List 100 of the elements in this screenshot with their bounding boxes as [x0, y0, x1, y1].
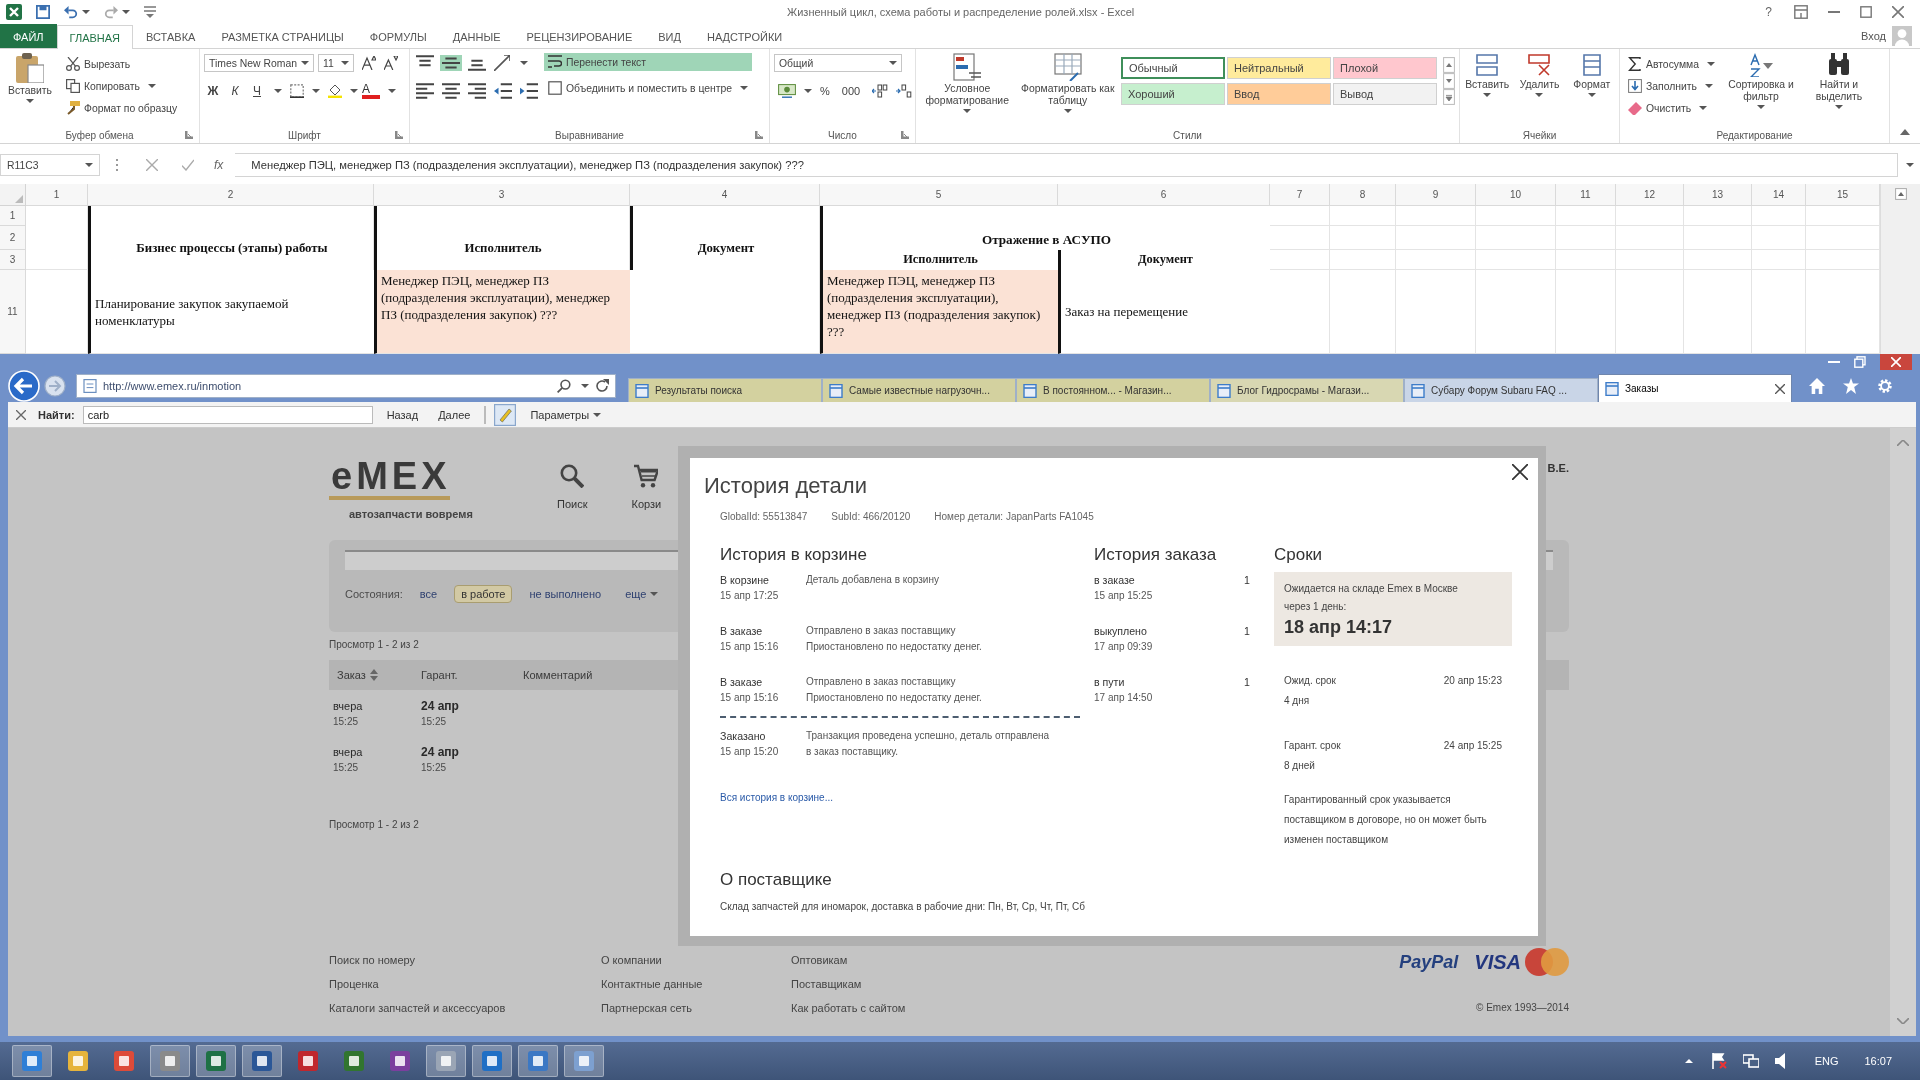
decrease-indent-icon[interactable]	[492, 83, 514, 99]
formula-field[interactable]: Менеджер ПЭЦ, менеджер ПЗ (подразделения эксплуатации), менеджер ПЗ (подразделения закупок) ???	[235, 153, 1898, 177]
ribbon-tab[interactable]: ГЛАВНАЯ	[56, 25, 134, 49]
back-button[interactable]	[8, 370, 40, 402]
sort-filter-button[interactable]: Сортировка и фильтр	[1725, 53, 1797, 127]
drag-handle-icon[interactable]	[116, 159, 118, 171]
banknote-icon[interactable]	[778, 83, 796, 99]
cell-style-option[interactable]: Обычный	[1121, 57, 1225, 79]
column-header[interactable]: 14	[1752, 184, 1806, 206]
font-family-select[interactable]: Times New Roman	[204, 54, 314, 72]
caret-icon[interactable]	[122, 10, 130, 14]
footer-link[interactable]: Каталоги запчастей и аксессуаров	[329, 996, 506, 1020]
search-icon[interactable]	[557, 379, 571, 393]
caret-icon[interactable]	[804, 89, 812, 93]
column-header[interactable]: 11	[1556, 184, 1616, 206]
taskbar-button[interactable]	[12, 1045, 52, 1077]
flag-icon[interactable]	[1710, 1053, 1727, 1069]
caret-icon[interactable]	[593, 412, 602, 417]
ribbon-tab[interactable]: ВИД	[645, 24, 694, 48]
caret-icon[interactable]	[341, 61, 349, 65]
row-header[interactable]: 2	[0, 226, 26, 250]
ribbon-tab[interactable]: ФОРМУЛЫ	[356, 24, 440, 48]
file-tab[interactable]: ФАЙЛ	[0, 24, 57, 48]
cell-style-option[interactable]: Плохой	[1333, 57, 1437, 79]
name-box[interactable]: R11C3	[0, 154, 100, 176]
footer-link[interactable]: Проценка	[329, 972, 379, 996]
more-styles-icon[interactable]	[1443, 89, 1455, 105]
ribbon-tab[interactable]: РЕЦЕНЗИРОВАНИЕ	[513, 24, 646, 48]
caret-icon[interactable]	[85, 163, 93, 167]
column-header[interactable]: 2	[88, 184, 374, 206]
number-format-select[interactable]: Общий	[774, 54, 902, 72]
refresh-icon[interactable]	[595, 379, 609, 393]
scroll-down-icon[interactable]	[1443, 73, 1455, 89]
align-right-icon[interactable]	[466, 83, 488, 99]
browser-tab[interactable]: Заказы	[1598, 374, 1792, 402]
address-field[interactable]: http://www.emex.ru/inmotion	[76, 374, 616, 398]
user-name[interactable]: В.Е.	[1547, 462, 1569, 474]
close-icon[interactable]	[1775, 383, 1785, 394]
column-header[interactable]: 1	[26, 184, 88, 206]
caret-icon[interactable]	[581, 384, 589, 388]
find-select-button[interactable]: Найти и выделить	[1803, 53, 1875, 127]
clock[interactable]: 16:07	[1864, 1055, 1892, 1067]
cell-style-option[interactable]: Вывод	[1333, 83, 1437, 105]
column-header[interactable]: 4	[630, 184, 820, 206]
launcher-icon[interactable]	[185, 131, 193, 139]
decrease-decimal-icon[interactable]	[896, 83, 913, 99]
clear-button[interactable]: Очистить	[1624, 99, 1719, 117]
scroll-up-icon[interactable]	[1894, 188, 1907, 200]
column-header[interactable]: 15	[1806, 184, 1880, 206]
increase-indent-icon[interactable]	[518, 83, 540, 99]
column-header[interactable]: 12	[1616, 184, 1684, 206]
vertical-align-icon[interactable]	[440, 55, 462, 71]
find-field[interactable]: carb	[82, 405, 373, 424]
column-header[interactable]: 8	[1330, 184, 1396, 206]
close-button[interactable]	[1880, 354, 1912, 370]
scroll-up-icon[interactable]	[1443, 57, 1455, 73]
caret-icon[interactable]	[963, 109, 972, 113]
column-header[interactable]: 7	[1270, 184, 1330, 206]
paste-button[interactable]: Вставить	[4, 53, 56, 127]
more-dropdown[interactable]: еще	[618, 585, 666, 603]
nav-link[interactable]: Поиск	[557, 464, 588, 510]
footer-link[interactable]: Поиск по номеру	[329, 948, 416, 972]
language-indicator[interactable]: ENG	[1814, 1055, 1839, 1067]
taskbar-button[interactable]	[242, 1045, 282, 1077]
launcher-icon[interactable]	[901, 131, 909, 139]
cell-style-option[interactable]: Нейтральный	[1227, 57, 1331, 79]
thousands-button[interactable]: 000	[837, 82, 865, 100]
maximize-icon[interactable]	[1860, 6, 1872, 18]
previous-button[interactable]: Назад	[380, 408, 425, 421]
close-icon[interactable]	[1512, 464, 1528, 480]
fill-color-icon[interactable]	[328, 84, 342, 98]
borders-icon[interactable]	[290, 84, 304, 98]
caret-icon[interactable]	[274, 89, 282, 93]
caret-icon[interactable]	[889, 61, 897, 65]
site-logo[interactable]: eMEX	[329, 456, 451, 500]
footer-link[interactable]: Партнерская сеть	[601, 996, 692, 1020]
footer-link[interactable]: Оптовикам	[791, 948, 848, 972]
browser-tab[interactable]: Блог Гидросрамы - Магази...	[1210, 378, 1404, 402]
cell-style-option[interactable]: Хороший	[1121, 83, 1225, 105]
home-icon[interactable]	[1808, 378, 1826, 394]
column-header[interactable]: 5	[820, 184, 1058, 206]
undo-icon[interactable]	[64, 5, 78, 19]
browser-tab[interactable]: В постоянном... - Магазин...	[1016, 378, 1210, 402]
taskbar-button[interactable]	[564, 1045, 604, 1077]
scrollbar[interactable]	[1880, 184, 1920, 354]
cells-button[interactable]: Формат	[1568, 53, 1615, 127]
autosum-button[interactable]: Автосумма	[1624, 55, 1719, 73]
ribbon-tab[interactable]: НАДСТРОЙКИ	[693, 24, 796, 48]
caret-icon[interactable]	[1705, 84, 1713, 88]
settings-icon[interactable]	[1876, 378, 1894, 394]
filter-option[interactable]: все	[412, 585, 445, 603]
caret-icon[interactable]	[82, 10, 90, 14]
caret-icon[interactable]	[1906, 163, 1914, 167]
customize-icon[interactable]	[144, 6, 156, 18]
row-header[interactable]: 1	[0, 206, 26, 226]
cells-button[interactable]: Вставить	[1464, 53, 1511, 127]
percent-button[interactable]: %	[816, 82, 834, 100]
bold-button[interactable]: Ж	[204, 82, 222, 100]
ribbon-tab[interactable]: ДАННЫЕ	[439, 24, 514, 48]
check-icon[interactable]	[182, 159, 194, 171]
